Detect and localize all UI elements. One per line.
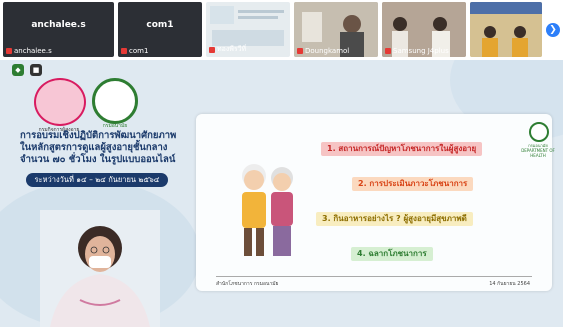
participant-label: anchalee.s (6, 47, 52, 55)
share-toolbar: ◆ ■ (12, 64, 42, 76)
participant-label: Samsung J4plus (385, 47, 449, 55)
date-range-badge: ระหว่างวันที่ ๑๔ – ๒๔ กันยายน ๒๕๖๔ (26, 173, 168, 187)
health-logo-icon (529, 122, 549, 142)
mic-muted-icon (209, 46, 215, 53)
presenter-video (40, 210, 160, 327)
participant-tile[interactable]: Doungkamol (294, 2, 378, 57)
shared-screen: ◆ ■ กรมกิจการผู้สูงอายุ กรมอนามัย การอบร… (0, 60, 563, 327)
participant-label: com1 (121, 47, 148, 55)
title-line: ในหลักสูตรการดูแลผู้สูงอายุชั้นกลาง (20, 142, 168, 153)
logo2-caption: กรมอนามัย (102, 123, 128, 129)
participant-tile[interactable]: Samsung J4plus (382, 2, 466, 57)
slide-footer-left: สำนักโภชนาการ กรมอนามัย (216, 281, 279, 287)
mic-muted-icon (6, 48, 12, 54)
topic-item: 4. ฉลากโภชนาการ (351, 247, 433, 261)
health-dept-logo (92, 78, 138, 124)
slide-divider (216, 276, 532, 277)
participant-label: Doungkamol (297, 47, 349, 55)
video-thumbnail (470, 2, 542, 57)
participant-name: anchalee.s (31, 20, 86, 30)
topic-item: 1. สถานการณ์ปัญหาโภชนาการในผู้สูงอายุ (321, 142, 483, 156)
lock-icon[interactable]: ■ (30, 64, 42, 76)
participant-tile[interactable] (470, 2, 542, 57)
participant-tile[interactable]: ทองพีรวีที่ (206, 2, 290, 57)
course-title: การอบรมเชิงปฏิบัติการพัฒนาศักยภาพ ในหลัก… (20, 130, 200, 166)
participant-label: ทองพีรวีที่ (209, 44, 246, 55)
mic-muted-icon (121, 48, 127, 54)
mic-muted-icon (297, 48, 303, 54)
slide-logo-caption: กรมอนามัย DEPARTMENT OF HEALTH (521, 143, 555, 158)
elderly-couple-illustration (242, 164, 293, 256)
mic-muted-icon (385, 48, 391, 54)
title-line: จำนวน ๗๐ ชั่วโมง ในรูปแบบออนไลน์ (20, 154, 176, 165)
topic-item: 3. กินอาหารอย่างไร ? ผู้สูงอายุมีสุขภาพด… (316, 212, 473, 226)
participant-strip: anchalee.s anchalee.s com1 com1 ทองพีรวี… (0, 0, 563, 60)
next-page-button[interactable]: ❯ (546, 23, 560, 37)
topic-item: 2. การประเมินภาวะโภชนาการ (352, 177, 474, 191)
participant-name: com1 (146, 20, 174, 30)
participant-tile[interactable]: com1 com1 (118, 2, 202, 57)
participant-tile[interactable]: anchalee.s anchalee.s (3, 2, 114, 57)
shield-icon[interactable]: ◆ (12, 64, 24, 76)
elderly-dept-logo (34, 78, 86, 126)
slide-footer-right: 14 กันยายน 2564 (489, 281, 530, 287)
presentation-slide: กรมอนามัย DEPARTMENT OF HEALTH 1. สถานกา… (196, 114, 555, 291)
title-line: การอบรมเชิงปฏิบัติการพัฒนาศักยภาพ (20, 130, 177, 141)
